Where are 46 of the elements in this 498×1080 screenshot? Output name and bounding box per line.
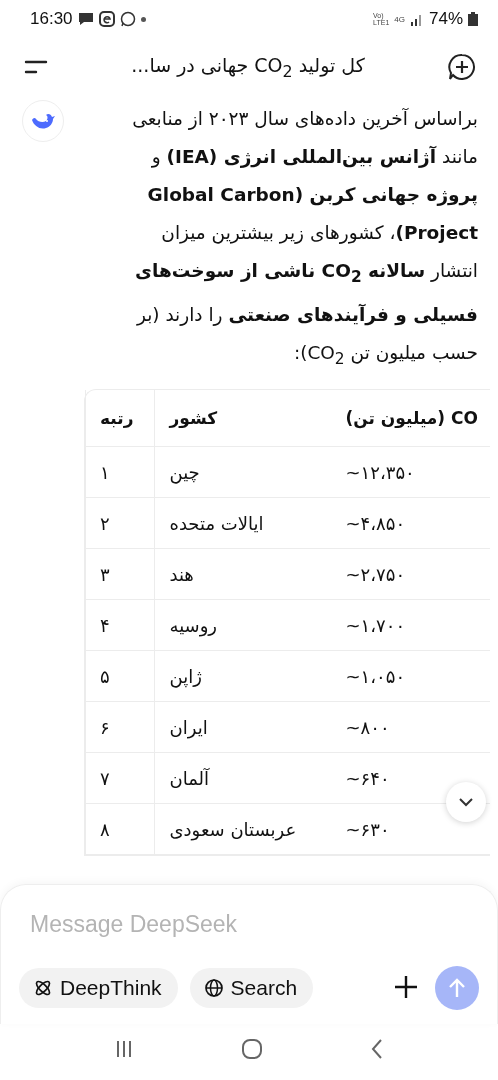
column-header: CO (میلیون تن) (331, 390, 490, 448)
table-cell: عربستان سعودی (154, 804, 332, 856)
table-cell: ~۸۰۰ (331, 702, 490, 754)
table-cell: ۸ (85, 804, 155, 856)
back-icon[interactable] (370, 1038, 385, 1060)
deepthink-toggle[interactable]: DeepThink (19, 968, 178, 1008)
table-cell: چین (154, 447, 332, 499)
chat-bubble-icon (119, 11, 136, 27)
table-cell: ایران (154, 702, 332, 754)
arrow-up-icon (447, 977, 467, 999)
battery-icon (468, 12, 478, 26)
new-chat-icon[interactable] (448, 53, 476, 81)
table-cell: ۶ (85, 702, 155, 754)
table-cell: ۴ (85, 600, 155, 652)
scroll-down-button[interactable] (446, 782, 486, 823)
table-cell: ~۱،۷۰۰ (331, 600, 490, 652)
clock: 16:30 (30, 9, 73, 29)
signal-icon (409, 12, 424, 26)
atom-icon (33, 978, 53, 998)
table-cell: ۷ (85, 753, 155, 805)
dot-icon (140, 16, 146, 22)
search-toggle[interactable]: Search (189, 968, 314, 1008)
table-cell: ~۴،۸۵۰ (331, 498, 490, 550)
globe-icon (203, 978, 224, 998)
table-cell: ۲ (85, 498, 155, 550)
battery-label: 74% (428, 9, 463, 29)
table-cell: ۳ (85, 549, 155, 601)
column-header: کشور (154, 390, 332, 448)
home-icon[interactable] (241, 1038, 263, 1060)
table-cell: روسیه (154, 600, 332, 652)
table-cell: آلمان (154, 753, 332, 805)
chevron-down-icon (458, 797, 474, 808)
table-cell: ~۱،۰۵۰ (331, 651, 490, 703)
table-cell: ۱ (85, 447, 155, 499)
plus-icon (393, 973, 419, 1000)
browser-icon (98, 11, 115, 27)
network-label: 4G (394, 14, 405, 24)
table-cell: ~۲،۷۵۰ (331, 549, 490, 601)
table-cell: ۵ (85, 651, 155, 703)
table-cell: ایالات متحده (154, 498, 332, 550)
table-cell: ~۱۲،۳۵۰ (331, 447, 490, 499)
message-icon (77, 12, 94, 26)
message-input[interactable]: Message DeepSeek (19, 905, 337, 944)
table-cell: ژاپن (154, 651, 332, 703)
column-header: رتبه (85, 390, 155, 448)
table-cell: هند (154, 549, 332, 601)
